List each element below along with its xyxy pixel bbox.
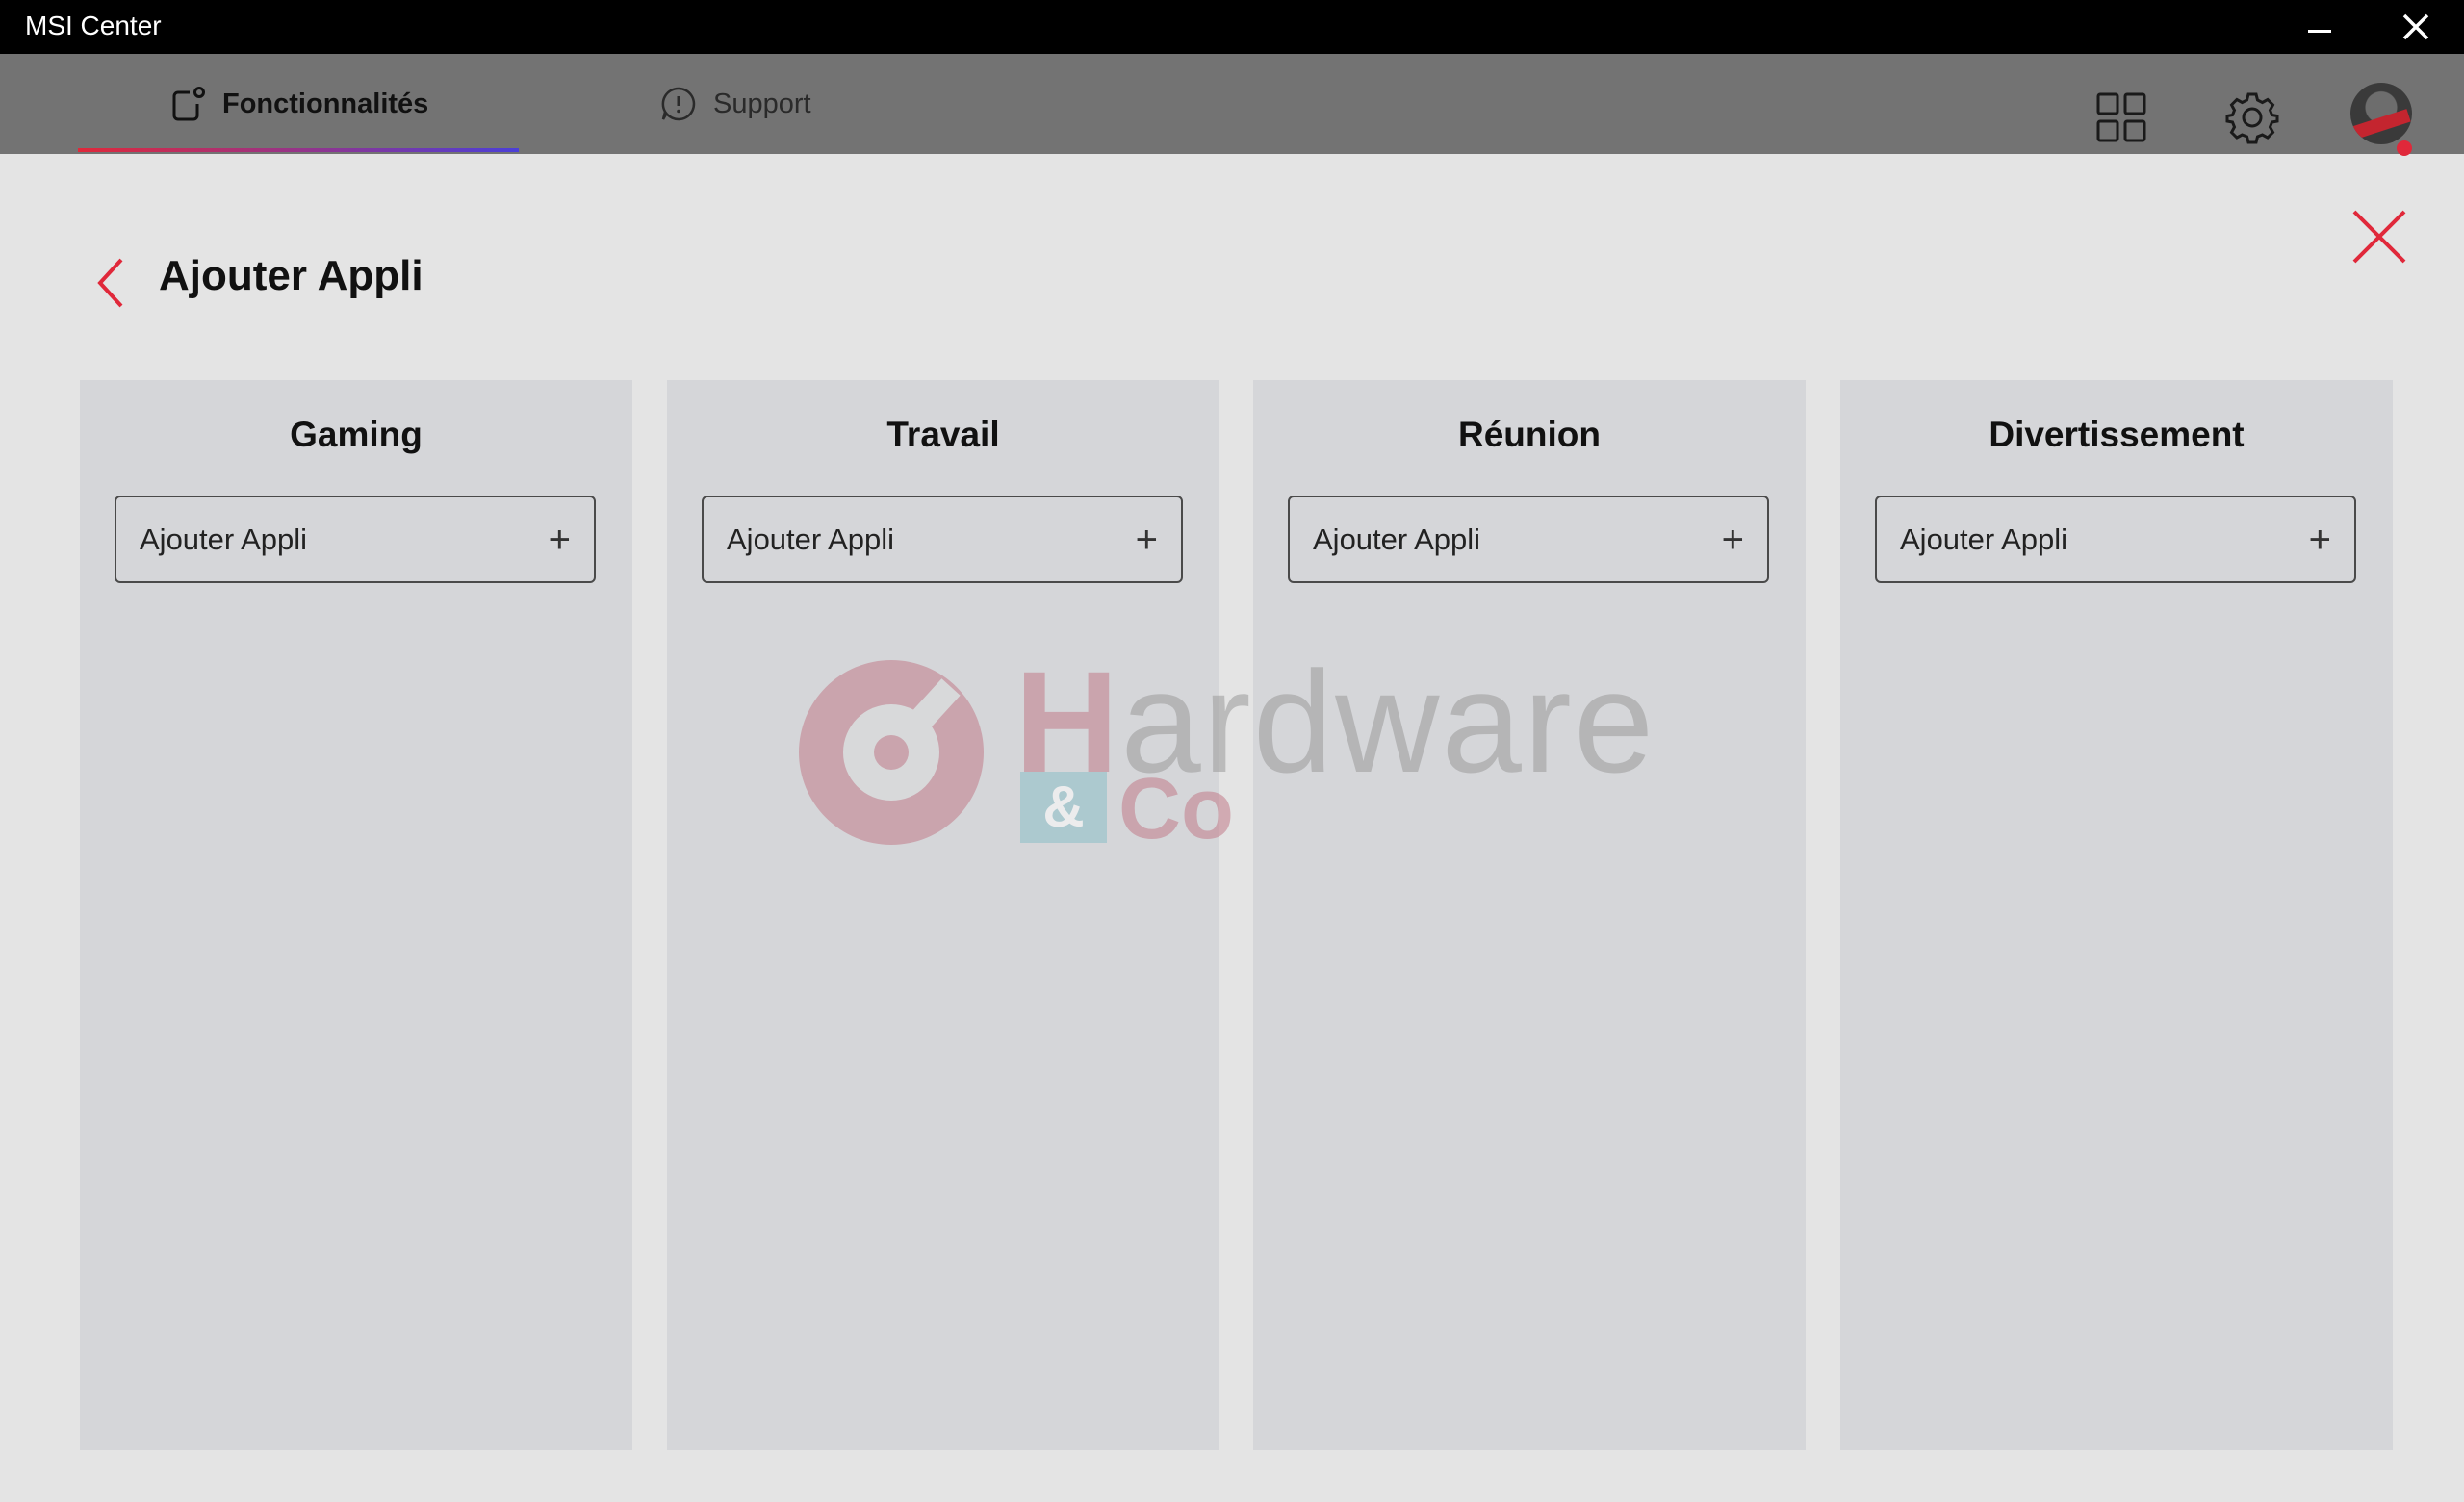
msi-center-window: MSI Center Fonctionnalités Support Ajout… (0, 0, 2464, 1502)
tab-support[interactable]: Support (659, 54, 811, 154)
add-app-button[interactable]: Ajouter Appli + (1875, 496, 2356, 583)
title-bar: MSI Center (0, 0, 2464, 54)
add-app-button[interactable]: Ajouter Appli + (702, 496, 1183, 583)
page-title: Ajouter Appli (159, 252, 424, 299)
plus-icon: + (548, 518, 571, 561)
plus-icon: + (2308, 518, 2331, 561)
column-title: Divertissement (1989, 415, 2245, 454)
category-column-gaming: Gaming Ajouter Appli + (80, 380, 632, 1450)
add-app-button[interactable]: Ajouter Appli + (1288, 496, 1769, 583)
add-app-button[interactable]: Ajouter Appli + (115, 496, 596, 583)
category-column-reunion: Réunion Ajouter Appli + (1253, 380, 1806, 1450)
category-column-travail: Travail Ajouter Appli + (667, 380, 1219, 1450)
back-arrow-icon[interactable] (94, 256, 127, 310)
active-tab-indicator (78, 148, 519, 152)
add-app-label: Ajouter Appli (1900, 522, 2068, 556)
plus-icon: + (1721, 518, 1744, 561)
features-icon (172, 87, 205, 121)
column-title: Réunion (1458, 415, 1601, 454)
window-title: MSI Center (25, 11, 162, 40)
close-icon[interactable] (2350, 208, 2408, 266)
plus-icon: + (1135, 518, 1158, 561)
add-app-label: Ajouter Appli (140, 522, 308, 556)
tab-support-label: Support (713, 88, 811, 119)
tab-fonctionnalites-label: Fonctionnalités (222, 88, 429, 119)
avatar[interactable] (2350, 83, 2412, 144)
tab-fonctionnalites[interactable]: Fonctionnalités (168, 54, 428, 154)
window-close-button[interactable] (2375, 0, 2456, 54)
column-title: Gaming (290, 415, 423, 454)
notification-badge (2397, 140, 2412, 156)
add-app-label: Ajouter Appli (727, 522, 895, 556)
category-column-divertissement: Divertissement Ajouter Appli + (1840, 380, 2393, 1450)
chat-bubble-icon (661, 87, 696, 121)
column-title: Travail (886, 415, 1000, 454)
add-app-label: Ajouter Appli (1313, 522, 1481, 556)
apps-grid-icon[interactable] (2096, 92, 2146, 142)
gear-icon[interactable] (2225, 90, 2279, 144)
top-nav: Fonctionnalités Support (0, 54, 2464, 156)
close-icon (2402, 13, 2429, 40)
minimize-button[interactable] (2279, 0, 2360, 54)
